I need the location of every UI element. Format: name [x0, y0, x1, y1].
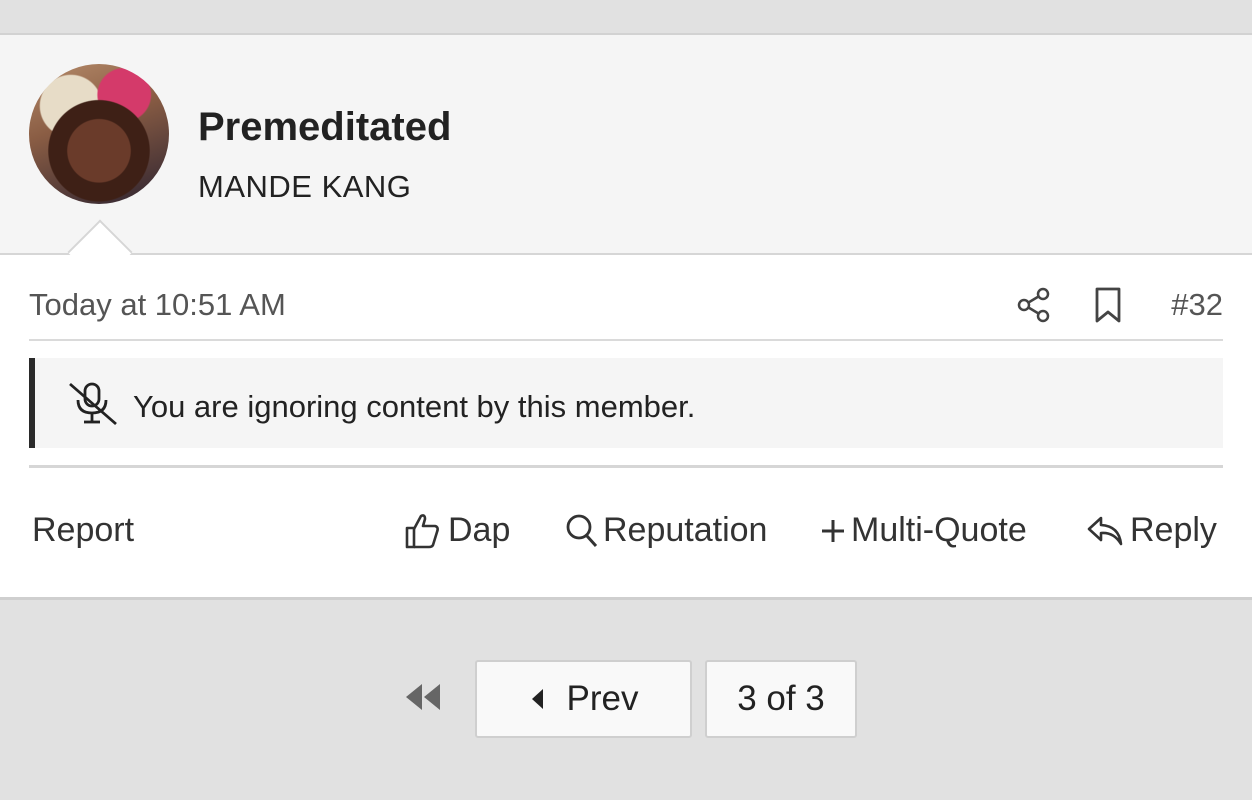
prev-label: Prev — [566, 679, 639, 718]
bookmark-icon[interactable] — [1093, 287, 1123, 323]
plus-icon — [822, 519, 844, 542]
page-indicator-label: 3 of 3 — [737, 679, 825, 718]
first-page-icon[interactable] — [402, 682, 442, 712]
search-icon — [566, 514, 598, 547]
multi-quote-label: Multi-Quote — [851, 511, 1027, 549]
share-icon[interactable] — [1017, 287, 1051, 323]
reputation-button[interactable]: Reputation — [565, 511, 767, 550]
multi-quote-button[interactable]: Multi-Quote — [819, 511, 1027, 550]
top-strip — [0, 0, 1252, 35]
reply-button[interactable]: Reply — [1086, 511, 1217, 550]
thumbs-up-icon — [405, 513, 439, 548]
avatar[interactable] — [29, 64, 169, 204]
post-actions: Report Dap Reputation Multi-Quote Reply — [0, 511, 1252, 561]
report-button[interactable]: Report — [32, 511, 134, 550]
post-timestamp[interactable]: Today at 10:51 AM — [29, 287, 286, 323]
reputation-label: Reputation — [603, 511, 768, 549]
dap-button[interactable]: Dap — [404, 511, 510, 550]
page-indicator[interactable]: 3 of 3 — [705, 660, 857, 738]
divider — [29, 465, 1223, 468]
post-meta-row: Today at 10:51 AM #32 — [29, 255, 1223, 341]
ignored-text: You are ignoring content by this member. — [133, 389, 696, 424]
username[interactable]: Premeditated — [198, 105, 451, 150]
mute-icon — [69, 382, 117, 426]
prev-button[interactable]: Prev — [475, 660, 692, 738]
caret-left-icon — [531, 689, 543, 709]
post-number[interactable]: #32 — [1171, 287, 1223, 323]
user-title: MANDE KANG — [198, 169, 412, 204]
post-body: Today at 10:51 AM #32 You are ignoring c… — [0, 255, 1252, 600]
user-header: Premeditated MANDE KANG — [0, 35, 1252, 255]
report-label: Report — [32, 511, 135, 549]
dap-label: Dap — [448, 511, 511, 549]
reply-icon — [1087, 516, 1123, 545]
pagination: Prev 3 of 3 — [0, 660, 1252, 740]
ignored-notice: You are ignoring content by this member. — [29, 358, 1223, 448]
reply-label: Reply — [1130, 511, 1217, 549]
